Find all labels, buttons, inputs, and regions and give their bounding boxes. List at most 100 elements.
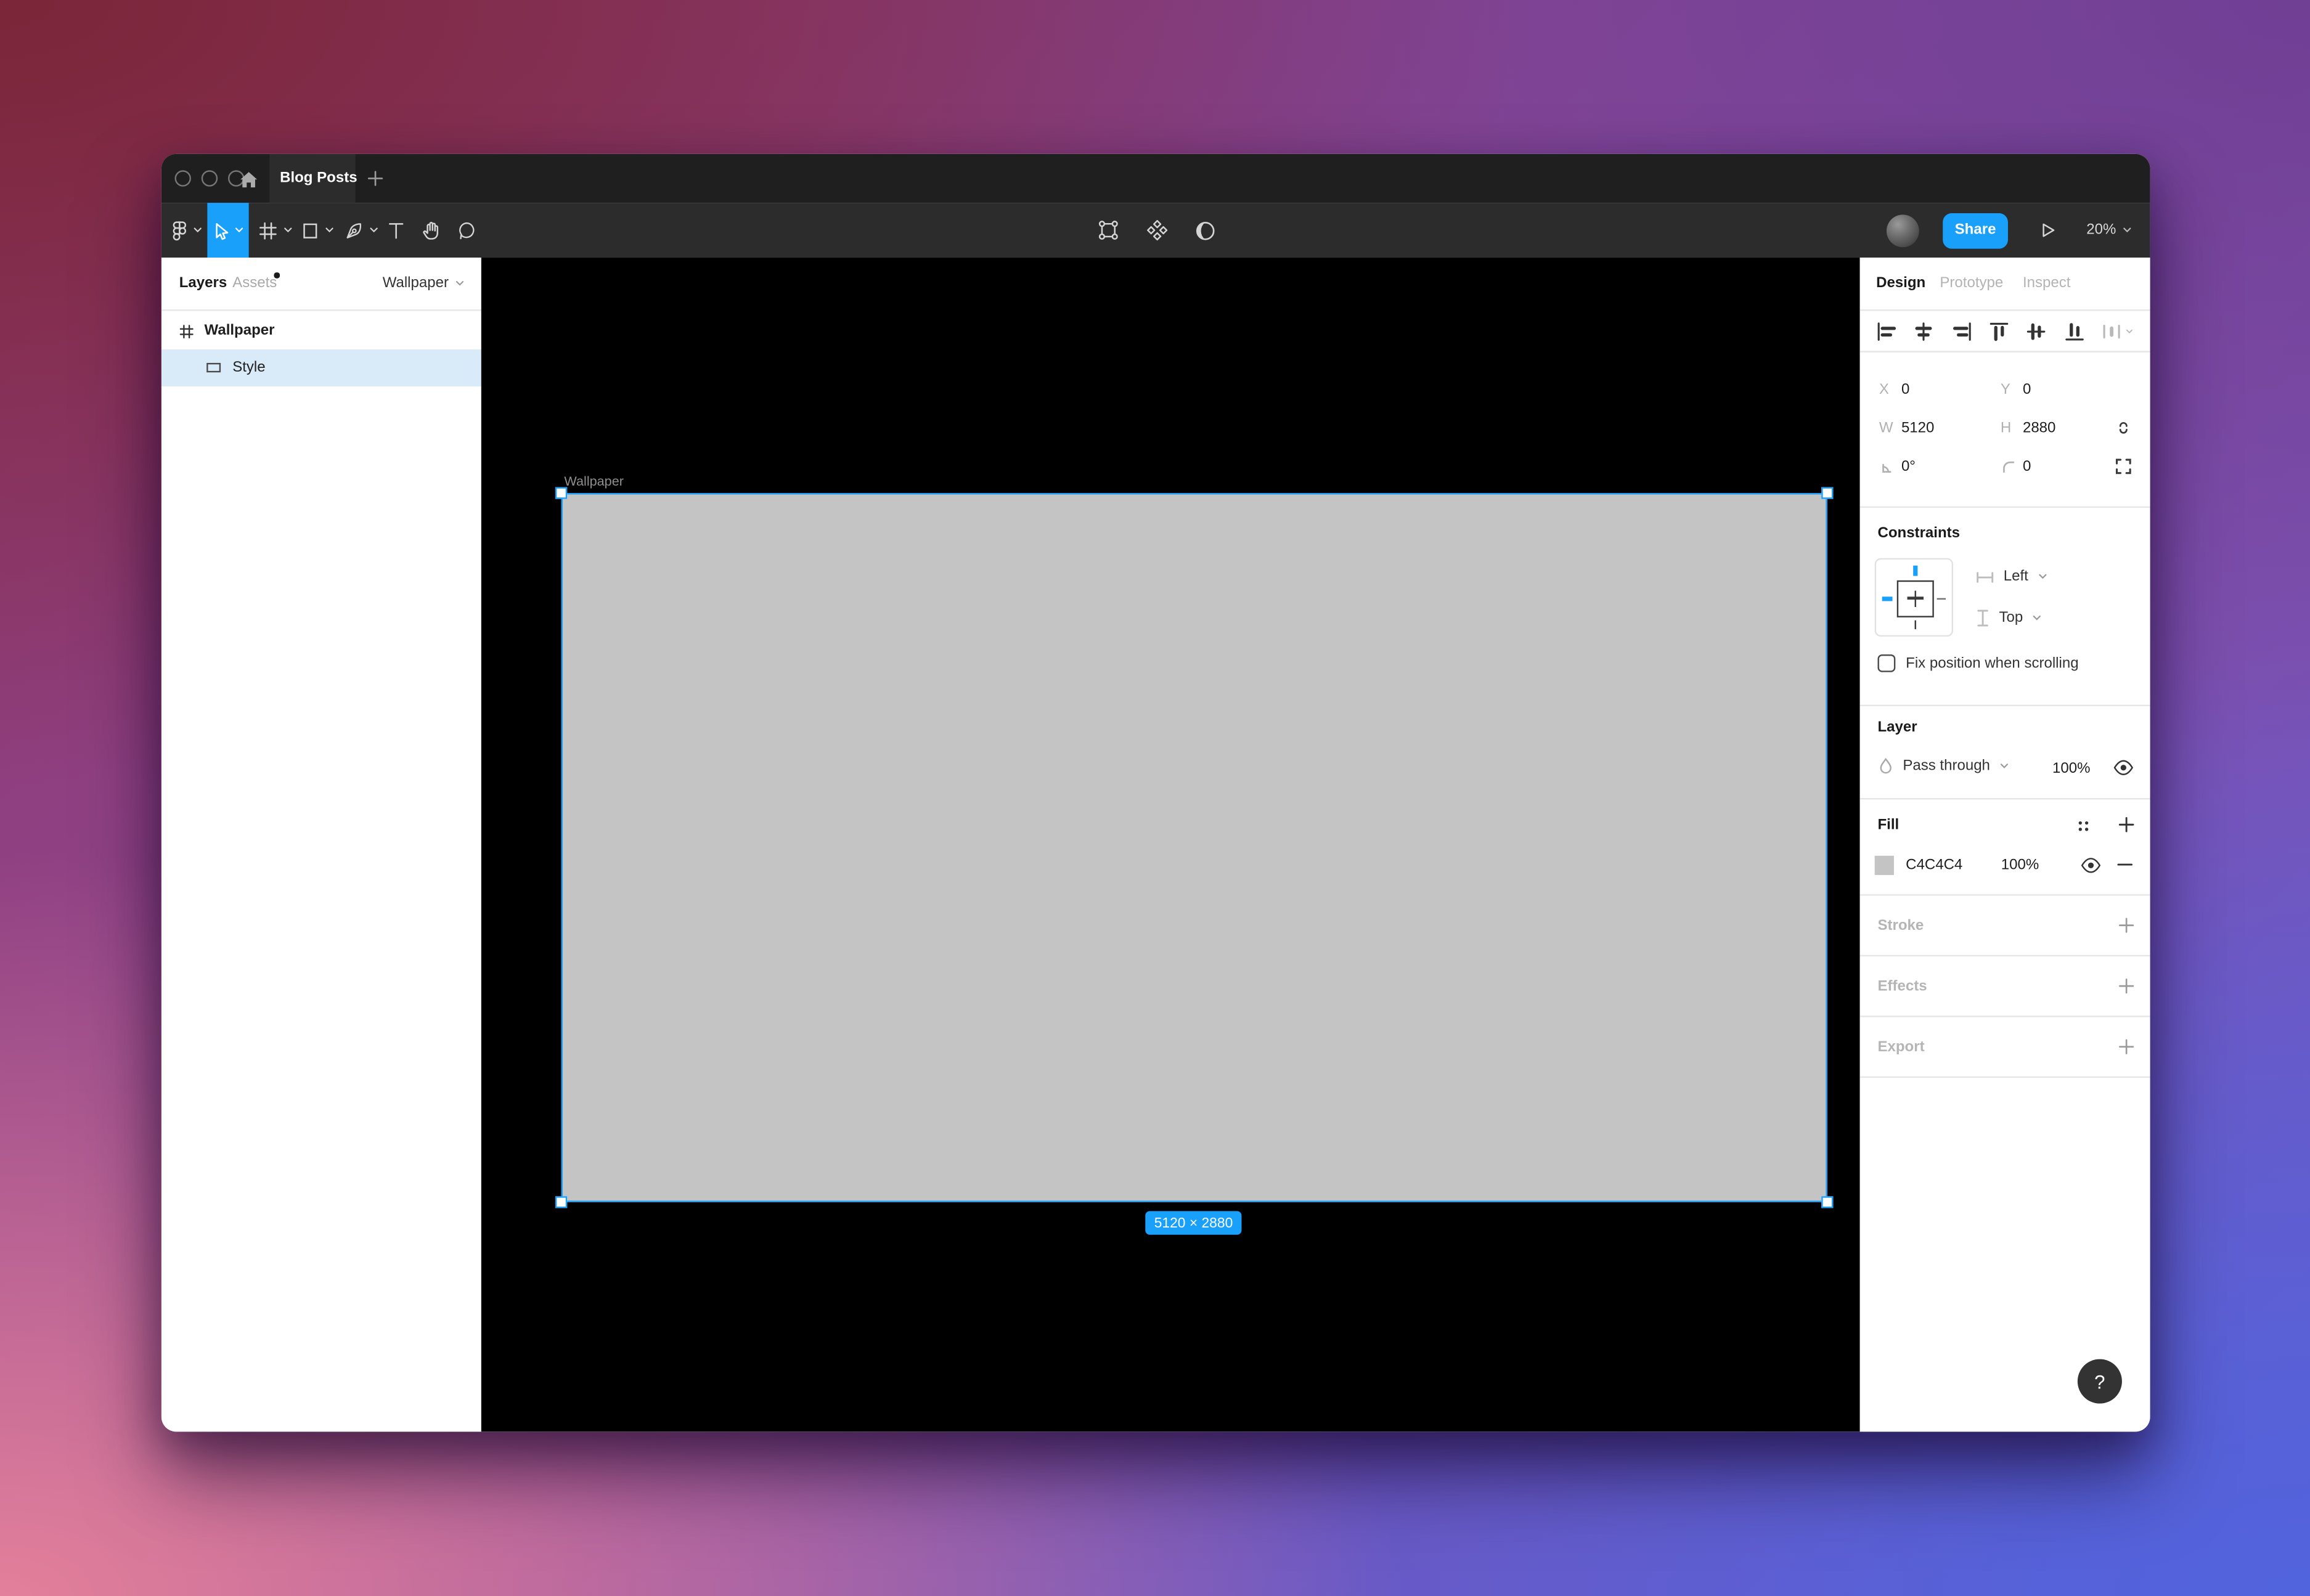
fill-hex-value[interactable]: C4C4C4 (1906, 857, 1962, 873)
add-effect-button[interactable] (2118, 977, 2136, 995)
rotation-value[interactable]: 0° (1901, 458, 1916, 474)
distribute-icon (2101, 320, 2122, 341)
tab-prototype[interactable]: Prototype (1940, 275, 2003, 291)
chevron-down-icon (455, 280, 465, 287)
tab-design[interactable]: Design (1876, 275, 1925, 291)
share-button[interactable]: Share (1943, 213, 2008, 248)
vertical-constraint-select[interactable]: Top (1975, 608, 2042, 627)
independent-corners-button[interactable] (2115, 457, 2132, 475)
divider (1860, 1077, 2150, 1078)
layer-visibility-toggle[interactable] (2113, 760, 2134, 776)
shape-tool-button[interactable] (298, 203, 338, 258)
selected-frame-wallpaper[interactable] (561, 493, 1827, 1202)
divider (1860, 798, 2150, 799)
help-button-label: ? (2094, 1370, 2105, 1393)
plus-icon (2118, 916, 2136, 934)
toolbar: Share 20% (161, 203, 2150, 258)
page-selector[interactable]: Wallpaper (383, 275, 465, 291)
user-avatar[interactable] (1887, 203, 1919, 258)
add-stroke-button[interactable] (2118, 916, 2136, 934)
help-button[interactable]: ? (2078, 1359, 2122, 1404)
hand-tool-button[interactable] (416, 203, 446, 258)
layer-row-wallpaper[interactable]: Wallpaper (161, 312, 481, 349)
align-left-button[interactable] (1876, 320, 1897, 341)
selection-handle-bottom-left[interactable] (555, 1196, 567, 1208)
rotation-row: 0° 0 (1860, 449, 2150, 484)
constraint-top-tick-active[interactable] (1913, 566, 1917, 576)
fill-visibility-toggle[interactable] (2081, 857, 2102, 873)
selection-handle-top-right[interactable] (1821, 487, 1833, 499)
align-horizontal-center-button[interactable] (1914, 320, 1935, 341)
fill-opacity-value[interactable]: 100% (2001, 857, 2039, 873)
text-tool-button[interactable] (382, 203, 409, 258)
selection-handle-top-left[interactable] (555, 487, 567, 499)
add-fill-button[interactable] (2118, 816, 2136, 834)
canvas[interactable]: Wallpaper 5120 × 2880 (481, 258, 1860, 1431)
main-menu-button[interactable] (167, 203, 205, 258)
tab-assets[interactable]: Assets (232, 275, 277, 291)
home-button[interactable] (237, 167, 260, 190)
comment-tool-button[interactable] (452, 203, 481, 258)
edit-object-button[interactable] (1093, 203, 1122, 258)
frame-tool-button[interactable] (255, 203, 296, 258)
width-field-value[interactable]: 5120 (1901, 420, 1934, 436)
corner-radius-value[interactable]: 0 (2023, 458, 2031, 474)
minimize-window-button[interactable] (202, 170, 218, 186)
pen-tool-button[interactable] (341, 203, 382, 258)
height-field-label: H (2001, 420, 2011, 436)
main-area: Layers Assets Wallpaper Wallpaper (161, 258, 2150, 1431)
selection-handle-bottom-right[interactable] (1821, 1196, 1833, 1208)
layer-opacity-value[interactable]: 100% (2052, 761, 2090, 777)
constraint-bottom-tick[interactable] (1914, 619, 1917, 629)
constraints-widget[interactable] (1875, 558, 1953, 637)
window-titlebar: Blog Posts (161, 154, 2150, 203)
distribute-menu-button[interactable] (2101, 320, 2134, 341)
fix-position-checkbox[interactable] (1877, 654, 1895, 672)
zoom-menu[interactable]: 20% (2086, 203, 2132, 258)
add-export-button[interactable] (2118, 1038, 2136, 1056)
component-icon (1145, 219, 1167, 242)
constraints-heading: Constraints (1877, 526, 1959, 542)
constrain-proportions-toggle[interactable] (2115, 418, 2132, 439)
new-tab-button[interactable] (367, 170, 383, 186)
constraint-left-tick-active[interactable] (1882, 596, 1892, 601)
plus-icon (2118, 977, 2136, 995)
plus-icon (2118, 816, 2136, 834)
fill-color-swatch[interactable] (1875, 856, 1894, 875)
remove-fill-button[interactable] (2116, 856, 2134, 874)
use-as-mask-button[interactable] (1191, 203, 1220, 258)
fill-row: C4C4C4 100% (1875, 856, 2039, 875)
selection-size-badge: 5120 × 2880 (1145, 1211, 1241, 1234)
figma-logo-icon (170, 218, 188, 242)
move-tool-button[interactable] (206, 203, 248, 258)
align-right-button[interactable] (1951, 320, 1972, 341)
close-window-button[interactable] (175, 170, 191, 186)
fix-position-label: Fix position when scrolling (1906, 655, 2078, 671)
tab-layers[interactable]: Layers (179, 275, 227, 291)
align-top-button[interactable] (1989, 320, 2010, 341)
horizontal-constraint-select[interactable]: Left (1975, 569, 2047, 585)
divider (1860, 894, 2150, 895)
constraint-right-tick[interactable] (1936, 598, 1946, 600)
size-row: W 5120 H 2880 (1860, 410, 2150, 446)
blend-mode-select[interactable]: Pass through (1877, 757, 2009, 776)
figma-window: Blog Posts (161, 154, 2150, 1431)
divider (161, 309, 481, 311)
canvas-frame-label[interactable]: Wallpaper (564, 474, 624, 489)
fix-position-row: Fix position when scrolling (1877, 654, 2078, 672)
zoom-level-value: 20% (2086, 222, 2116, 238)
x-field-value[interactable]: 0 (1901, 381, 1909, 397)
layer-row-style-selected[interactable]: Style (161, 349, 481, 386)
styles-dots-icon (2075, 817, 2092, 835)
tab-title: Blog Posts (280, 170, 357, 186)
tab-blog-posts[interactable]: Blog Posts (269, 154, 355, 203)
fill-styles-button[interactable] (2075, 817, 2092, 835)
y-field-value[interactable]: 0 (2023, 381, 2031, 397)
align-vertical-center-button[interactable] (2026, 320, 2047, 341)
present-button[interactable] (2036, 203, 2060, 258)
height-field-value[interactable]: 2880 (2023, 420, 2055, 436)
create-component-button[interactable] (1141, 203, 1171, 258)
position-row: X 0 Y 0 (1860, 372, 2150, 407)
align-bottom-button[interactable] (2063, 320, 2084, 341)
tab-inspect[interactable]: Inspect (2023, 275, 2070, 291)
